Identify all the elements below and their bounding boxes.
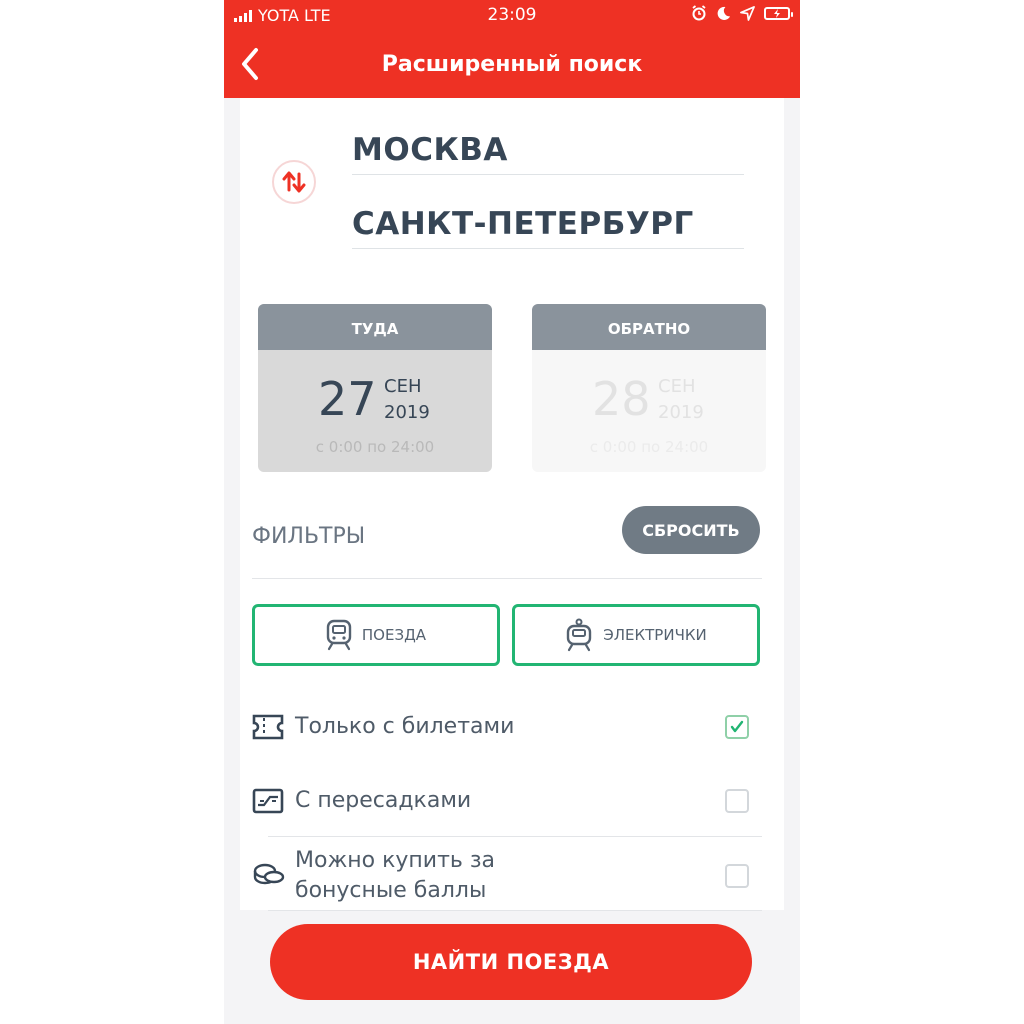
departure-month: СЕН (384, 376, 422, 397)
filter-label-bonus-line2: бонусные баллы (295, 878, 487, 903)
trains-type-button[interactable]: ПОЕЗДА (252, 604, 500, 666)
filter-option-bonus: Можно купить за бонусные баллы (252, 846, 762, 910)
to-station-field[interactable]: САНКТ-ПЕТЕРБУРГ (352, 206, 744, 249)
route-card: МОСКВА САНКТ-ПЕТЕРБУРГ (240, 98, 784, 284)
return-date-picker[interactable]: ОБРАТНО 28 СЕН 2019 с 0:00 по 24:00 (532, 304, 766, 472)
return-year: 2019 (658, 402, 704, 423)
battery-icon (764, 6, 793, 20)
swap-route-button[interactable] (272, 160, 316, 204)
filter-label-transfers: С пересадками (295, 788, 472, 813)
divider (252, 578, 762, 579)
nav-bar: Расширенный поиск (224, 30, 800, 98)
checkmark-icon (730, 720, 744, 733)
filters-title: ФИЛЬТРЫ (252, 524, 366, 549)
return-day: 28 (592, 372, 651, 426)
search-params-card: ТУДА 27 СЕН 2019 с 0:00 по 24:00 ОБРАТНО… (240, 284, 784, 911)
return-time-range: с 0:00 по 24:00 (589, 438, 709, 456)
moon-icon (717, 6, 731, 20)
from-station-field[interactable]: МОСКВА (352, 132, 744, 175)
status-bar: YOTA LTE 23:09 (224, 0, 800, 30)
swap-arrows-icon (282, 171, 306, 193)
filter-label-bonus: Можно купить за бонусные баллы (295, 846, 495, 906)
tickets-checkbox[interactable] (725, 715, 749, 739)
status-right (691, 5, 793, 21)
trains-type-label: ПОЕЗДА (361, 626, 427, 644)
departure-date-label: ТУДА (258, 304, 492, 350)
departure-time-range: с 0:00 по 24:00 (315, 438, 435, 456)
filter-label-bonus-line1: Можно купить за (295, 848, 496, 873)
phone-screen: YOTA LTE 23:09 Расширенный поиск МОСКВА … (224, 0, 800, 1024)
return-month: СЕН (658, 376, 696, 397)
location-arrow-icon (740, 5, 755, 21)
transfer-icon (252, 788, 284, 814)
coins-icon (253, 863, 285, 885)
departure-year: 2019 (384, 402, 430, 423)
transfers-checkbox[interactable] (725, 789, 749, 813)
suburban-train-icon (567, 618, 592, 652)
suburban-type-label: ЭЛЕКТРИЧКИ (603, 626, 707, 644)
ticket-icon (252, 714, 284, 740)
find-trains-button[interactable]: НАЙТИ ПОЕЗДА (270, 924, 752, 1000)
divider (268, 910, 762, 911)
bonus-checkbox[interactable] (725, 864, 749, 888)
page-title: Расширенный поиск (381, 52, 643, 77)
filter-option-transfers: С пересадками (252, 786, 762, 820)
alarm-icon (692, 5, 706, 21)
reset-filters-button[interactable]: СБРОСИТЬ (622, 506, 760, 554)
filter-option-tickets: Только с билетами (252, 712, 762, 746)
suburban-type-button[interactable]: ЭЛЕКТРИЧКИ (512, 604, 760, 666)
filter-label-tickets: Только с билетами (295, 714, 515, 739)
return-date-label: ОБРАТНО (532, 304, 766, 350)
train-icon (326, 619, 352, 651)
divider (268, 836, 762, 837)
departure-date-picker[interactable]: ТУДА 27 СЕН 2019 с 0:00 по 24:00 (258, 304, 492, 472)
departure-day: 27 (318, 372, 377, 426)
